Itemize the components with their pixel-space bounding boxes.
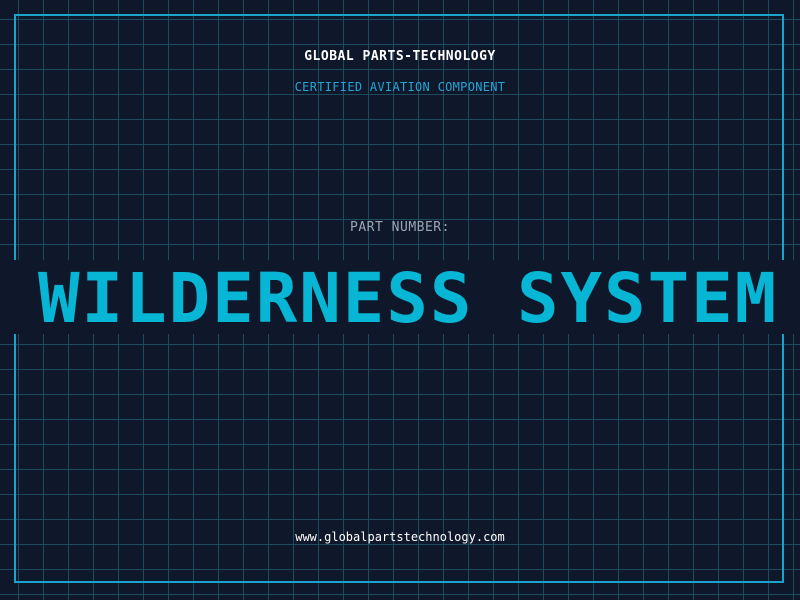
part-number-banner: WILDERNESS SYSTEM [0,260,800,334]
certification-subtitle: CERTIFIED AVIATION COMPONENT [294,80,506,94]
website-url: www.globalpartstechnology.com [295,530,505,544]
part-number-value: WILDERNESS SYSTEM [38,260,779,334]
part-number-label: PART NUMBER: [350,220,450,235]
company-name: GLOBAL PARTS-TECHNOLOGY [304,49,496,64]
